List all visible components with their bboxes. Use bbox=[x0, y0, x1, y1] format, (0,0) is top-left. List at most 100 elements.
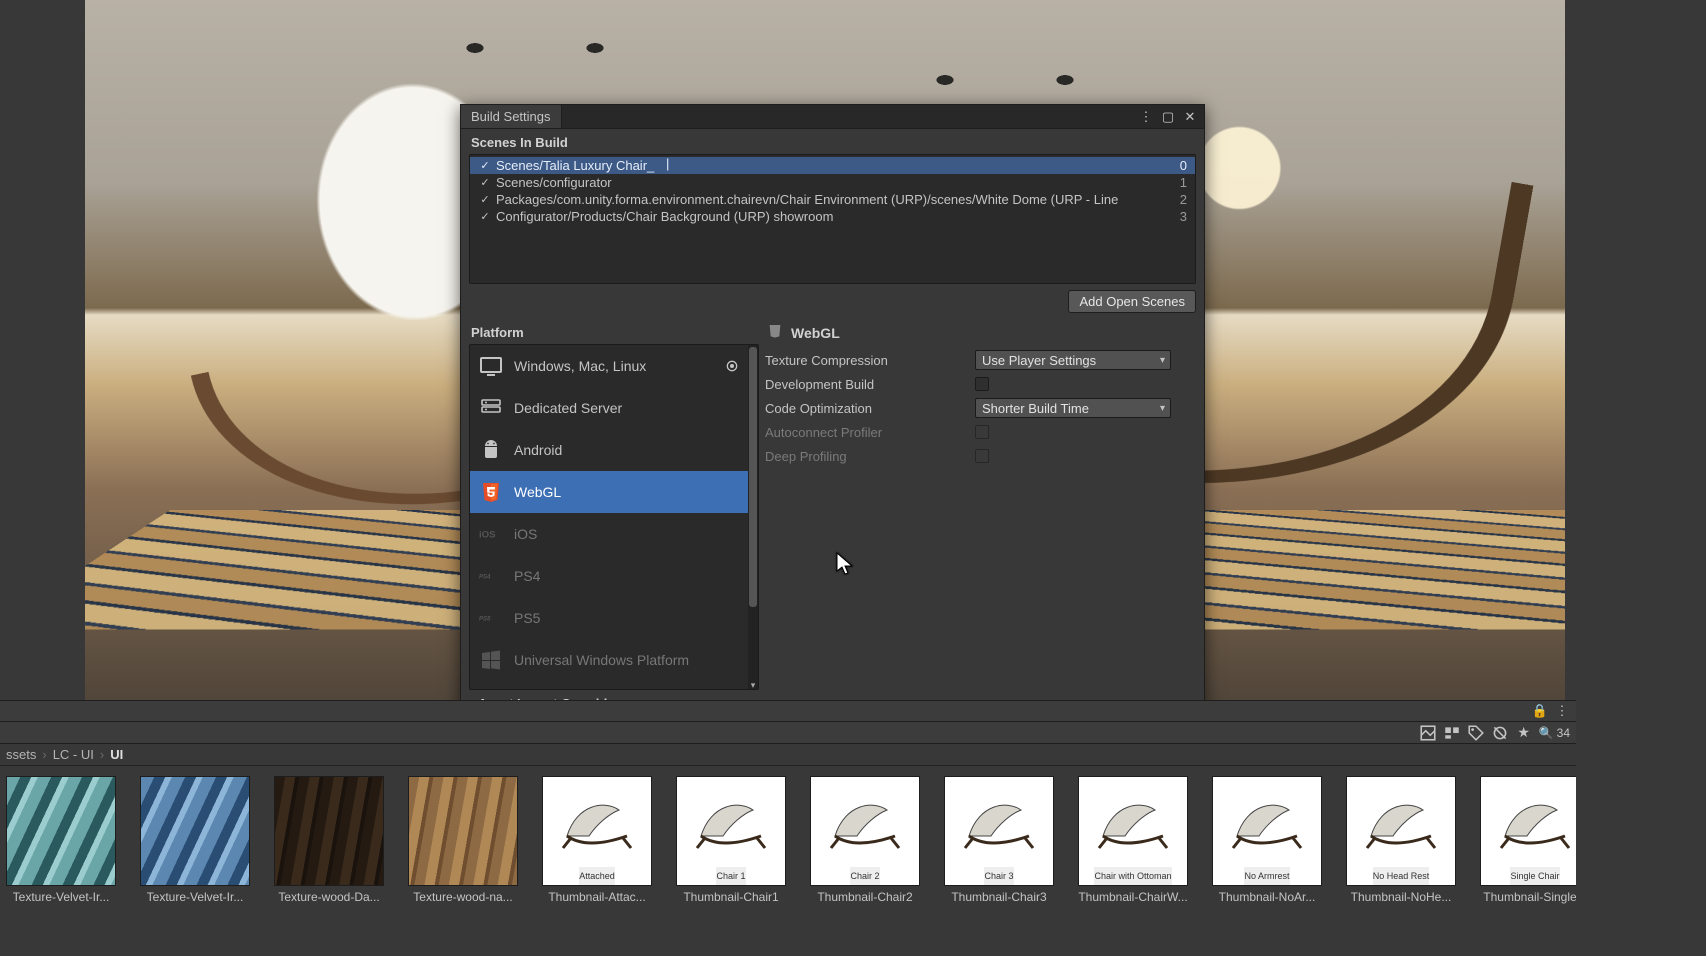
favorite-icon[interactable]: ★ bbox=[1515, 724, 1533, 742]
html5-icon bbox=[767, 323, 783, 342]
platform-item-dedicated-server[interactable]: Dedicated Server bbox=[470, 387, 748, 429]
platform-scrollbar[interactable]: ▴ ▾ bbox=[748, 345, 758, 689]
asset-caption: Chair with Ottoman bbox=[1094, 867, 1171, 885]
asset-tile[interactable]: Texture-Velvet-Ir... bbox=[140, 776, 250, 904]
toolbar-icon[interactable] bbox=[1443, 724, 1461, 742]
window-menu-icon[interactable]: ⋮ bbox=[1138, 109, 1154, 125]
platform-name: Universal Windows Platform bbox=[514, 652, 740, 668]
asset-caption: No Armrest bbox=[1244, 867, 1289, 885]
platform-item-ps4[interactable]: PS4 PS4 bbox=[470, 555, 748, 597]
code-optimization-dropdown[interactable]: Shorter Build Time bbox=[975, 398, 1171, 418]
android-icon bbox=[478, 437, 504, 463]
asset-tile[interactable]: Chair 2Thumbnail-Chair2 bbox=[810, 776, 920, 904]
search-count: 🔍 34 bbox=[1539, 726, 1570, 740]
asset-label: Thumbnail-ChairW... bbox=[1078, 890, 1187, 904]
texture-compression-dropdown[interactable]: Use Player Settings bbox=[975, 350, 1171, 370]
asset-thumbnail: Chair 2 bbox=[810, 776, 920, 886]
development-build-checkbox[interactable] bbox=[975, 377, 989, 391]
asset-tile[interactable]: Chair 3Thumbnail-Chair3 bbox=[944, 776, 1054, 904]
asset-caption: Chair 2 bbox=[850, 867, 879, 885]
tag-icon[interactable] bbox=[1467, 724, 1485, 742]
asset-label: Texture-wood-Da... bbox=[278, 890, 379, 904]
add-open-scenes-button[interactable]: Add Open Scenes bbox=[1068, 290, 1196, 313]
scene-index: 0 bbox=[1163, 158, 1187, 173]
platform-name: WebGL bbox=[514, 484, 740, 500]
asset-caption: Single Chair bbox=[1510, 867, 1559, 885]
toolbar-icon[interactable] bbox=[1419, 724, 1437, 742]
asset-grid[interactable]: Texture-Velvet-Ir...Texture-Velvet-Ir...… bbox=[0, 766, 1576, 914]
deep-profiling-label: Deep Profiling bbox=[765, 449, 975, 464]
project-panel: 🔒 ⋮ ★ 🔍 34 ssets › LC - UI › UI Texture-… bbox=[0, 700, 1576, 952]
platform-item-webgl[interactable]: WebGL bbox=[470, 471, 748, 513]
asset-thumbnail: No Head Rest bbox=[1346, 776, 1456, 886]
asset-thumbnail: Single Chair bbox=[1480, 776, 1576, 886]
asset-thumbnail bbox=[408, 776, 518, 886]
current-platform-icon bbox=[724, 358, 740, 374]
hidden-icon[interactable] bbox=[1491, 724, 1509, 742]
asset-tile[interactable]: No ArmrestThumbnail-NoAr... bbox=[1212, 776, 1322, 904]
scene-name: Packages/com.unity.forma.environment.cha… bbox=[496, 192, 1163, 207]
platform-item-uwp[interactable]: Universal Windows Platform bbox=[470, 639, 748, 681]
asset-label: Thumbnail-Attac... bbox=[548, 890, 645, 904]
asset-thumbnail: Chair 1 bbox=[676, 776, 786, 886]
asset-caption: Chair 3 bbox=[984, 867, 1013, 885]
panel-lock-icon[interactable]: 🔒 bbox=[1532, 703, 1548, 719]
scene-checkbox-icon[interactable] bbox=[478, 159, 492, 173]
breadcrumb-item[interactable]: UI bbox=[110, 747, 123, 762]
windows-icon bbox=[478, 647, 504, 673]
asset-label: Thumbnail-Single... bbox=[1483, 890, 1576, 904]
asset-label: Texture-wood-na... bbox=[413, 890, 512, 904]
window-close-icon[interactable]: ✕ bbox=[1182, 109, 1198, 125]
platform-item-android[interactable]: Android bbox=[470, 429, 748, 471]
html5-icon bbox=[478, 479, 504, 505]
scene-row[interactable]: Scenes/Talia Luxury Chair_ 0 bbox=[470, 157, 1195, 174]
scenes-in-build-label: Scenes In Build bbox=[469, 133, 1196, 154]
scene-checkbox-icon[interactable] bbox=[478, 210, 492, 224]
platform-settings-title: WebGL bbox=[791, 325, 840, 341]
ios-icon: iOS bbox=[478, 521, 504, 547]
scenes-list[interactable]: Scenes/Talia Luxury Chair_ 0 | Scenes/co… bbox=[469, 154, 1196, 284]
asset-thumbnail: Chair with Ottoman bbox=[1078, 776, 1188, 886]
asset-tile[interactable]: Attached Thumbnail-Attac... bbox=[542, 776, 652, 904]
scene-row[interactable]: Scenes/configurator 1 bbox=[470, 174, 1195, 191]
platform-item-ios[interactable]: iOS iOS bbox=[470, 513, 748, 555]
asset-tile[interactable]: No Head RestThumbnail-NoHe... bbox=[1346, 776, 1456, 904]
scene-checkbox-icon[interactable] bbox=[478, 176, 492, 190]
asset-thumbnail bbox=[274, 776, 384, 886]
panel-menu-icon[interactable]: ⋮ bbox=[1554, 703, 1570, 719]
asset-tile[interactable]: Texture-Velvet-Ir... bbox=[6, 776, 116, 904]
scene-name: Configurator/Products/Chair Background (… bbox=[496, 209, 1163, 224]
asset-thumbnail: Chair 3 bbox=[944, 776, 1054, 886]
platform-name: Dedicated Server bbox=[514, 400, 740, 416]
window-maximize-icon[interactable]: ▢ bbox=[1160, 109, 1176, 125]
development-build-label: Development Build bbox=[765, 377, 975, 392]
asset-tile[interactable]: Single Chair Thumbnail-Single... bbox=[1480, 776, 1576, 904]
desktop-icon bbox=[478, 353, 504, 379]
asset-tile[interactable]: Chair 1Thumbnail-Chair1 bbox=[676, 776, 786, 904]
texture-compression-label: Texture Compression bbox=[765, 353, 975, 368]
search-count-value: 34 bbox=[1557, 726, 1570, 740]
code-optimization-label: Code Optimization bbox=[765, 401, 975, 416]
platform-item-standalone[interactable]: Windows, Mac, Linux bbox=[470, 345, 748, 387]
asset-caption: Chair 1 bbox=[716, 867, 745, 885]
asset-tile[interactable]: Texture-wood-na... bbox=[408, 776, 518, 904]
scene-row[interactable]: Configurator/Products/Chair Background (… bbox=[470, 208, 1195, 225]
autoconnect-profiler-label: Autoconnect Profiler bbox=[765, 425, 975, 440]
breadcrumb-item[interactable]: LC - UI bbox=[53, 747, 94, 762]
build-settings-tab[interactable]: Build Settings bbox=[461, 105, 562, 128]
breadcrumb-item[interactable]: ssets bbox=[6, 747, 36, 762]
scene-name: Scenes/Talia Luxury Chair_ bbox=[496, 158, 1163, 173]
asset-tile[interactable]: Chair with Ottoman Thumbnail-ChairW... bbox=[1078, 776, 1188, 904]
platform-label: Platform bbox=[469, 323, 759, 344]
texture-compression-value: Use Player Settings bbox=[982, 353, 1096, 368]
text-caret-icon: | bbox=[666, 156, 669, 171]
scene-row[interactable]: Packages/com.unity.forma.environment.cha… bbox=[470, 191, 1195, 208]
asset-thumbnail: No Armrest bbox=[1212, 776, 1322, 886]
scene-checkbox-icon[interactable] bbox=[478, 193, 492, 207]
platform-item-ps5[interactable]: PS5 PS5 bbox=[470, 597, 748, 639]
asset-thumbnail: Attached bbox=[542, 776, 652, 886]
platform-name: PS5 bbox=[514, 610, 740, 626]
platform-list: Windows, Mac, Linux Dedicated Server bbox=[469, 344, 759, 690]
platform-name: Android bbox=[514, 442, 740, 458]
asset-tile[interactable]: Texture-wood-Da... bbox=[274, 776, 384, 904]
